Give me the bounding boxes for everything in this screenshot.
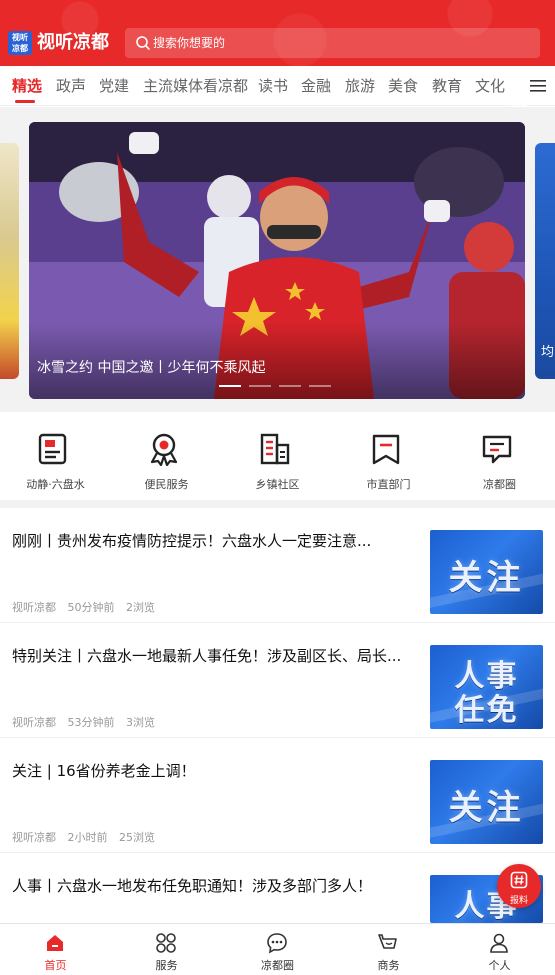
- news-item-1[interactable]: 刚刚丨贵州发布疫情防控提示！六盘水人一定要注意... 视听凉都 50分钟前 2浏…: [0, 508, 555, 623]
- news-item-2[interactable]: 特别关注丨六盘水一地最新人事任免！涉及副区长、局长... 视听凉都 53分钟前 …: [0, 623, 555, 738]
- section-divider: [0, 500, 555, 508]
- brand-name: 视听凉都: [37, 32, 109, 53]
- quick-item-services[interactable]: 便民服务: [111, 412, 222, 500]
- tab-reading[interactable]: 读书: [258, 66, 288, 106]
- news-meta: 视听凉都 2小时前 25浏览: [12, 829, 163, 845]
- bottom-nav: 首页 服务 凉都圈 商务 个人: [0, 923, 555, 975]
- top-header: 视听 凉都 视听凉都 搜索你想要的: [0, 0, 555, 66]
- nav-home[interactable]: 首页: [0, 924, 111, 975]
- nav-label: 首页: [44, 959, 67, 972]
- hashtag-icon: [510, 871, 528, 889]
- thumbnail-text: 关注: [448, 788, 525, 828]
- quick-label: 动静·六盘水: [26, 478, 85, 491]
- quick-label: 凉都圈: [483, 478, 516, 491]
- news-item-3[interactable]: 关注 | 16省份养老金上调！ 视听凉都 2小时前 25浏览 关注: [0, 738, 555, 853]
- tab-culture[interactable]: 文化: [475, 66, 505, 106]
- news-meta: 视听凉都 53分钟前 3浏览: [12, 714, 163, 730]
- carousel-next-slide[interactable]: 均: [535, 143, 555, 379]
- bookmark-icon: [372, 434, 400, 465]
- quick-label: 乡镇社区: [255, 478, 300, 491]
- news-item-4[interactable]: 人事丨六盘水一地发布任免职通知！涉及多部门多人！ 人事 任免: [0, 853, 555, 923]
- news-source: 视听凉都: [12, 601, 56, 614]
- carousel-dot-4[interactable]: [309, 385, 331, 387]
- tab-scroll-fade: [505, 66, 527, 106]
- news-source: 视听凉都: [12, 716, 56, 729]
- cart-icon: [378, 934, 397, 949]
- news-title: 特别关注丨六盘水一地最新人事任免！涉及副区长、局长...: [12, 647, 402, 665]
- active-tab-indicator: [15, 100, 35, 103]
- nav-business[interactable]: 商务: [333, 924, 444, 975]
- news-thumbnail: 关注: [430, 530, 543, 614]
- banner-slide[interactable]: 冰雪之约 中国之邀丨少年何不乘风起: [29, 122, 525, 399]
- nav-services[interactable]: 服务: [111, 924, 222, 975]
- search-placeholder: 搜索你想要的: [153, 36, 226, 50]
- news-title: 关注 | 16省份养老金上调！: [12, 762, 196, 780]
- carousel-dots: [219, 385, 339, 388]
- nav-label: 个人: [488, 959, 511, 972]
- carousel-dot-2[interactable]: [249, 385, 271, 387]
- nav-label: 凉都圈: [261, 959, 294, 972]
- carousel-dot-3[interactable]: [279, 385, 301, 387]
- chat-icon: [482, 435, 512, 464]
- banner-caption: 冰雪之约 中国之邀丨少年何不乘风起: [37, 360, 266, 376]
- nav-label: 服务: [155, 959, 178, 972]
- tab-travel[interactable]: 旅游: [345, 66, 375, 106]
- home-icon: [47, 935, 63, 951]
- medal-icon: [150, 433, 178, 466]
- quick-item-dongjing[interactable]: 动静·六盘水: [0, 412, 111, 500]
- tab-dangjian[interactable]: 党建: [99, 66, 129, 106]
- tab-finance[interactable]: 金融: [301, 66, 331, 106]
- tab-media[interactable]: 主流媒体看凉都: [143, 66, 248, 106]
- search-bar[interactable]: 搜索你想要的: [125, 28, 540, 58]
- thumbnail-text-line2: 任免: [454, 693, 519, 728]
- news-views: 25浏览: [119, 831, 155, 844]
- logo-text-bottom: 凉都: [12, 44, 28, 53]
- report-label: 报料: [509, 896, 528, 906]
- news-source: 视听凉都: [12, 831, 56, 844]
- tab-food[interactable]: 美食: [388, 66, 418, 106]
- logo-text-top: 视听: [12, 33, 28, 42]
- nav-personal[interactable]: 个人: [444, 924, 555, 975]
- news-thumbnail: 关注: [430, 760, 543, 844]
- quick-item-departments[interactable]: 市直部门: [333, 412, 444, 500]
- news-time: 50分钟前: [67, 601, 115, 614]
- menu-icon[interactable]: [530, 79, 546, 93]
- news-card-icon: [38, 433, 67, 465]
- news-views: 3浏览: [126, 716, 155, 729]
- search-icon: [136, 36, 150, 50]
- news-time: 2小时前: [67, 831, 108, 844]
- quick-item-towns[interactable]: 乡镇社区: [222, 412, 333, 500]
- nav-liangdu-circle[interactable]: 凉都圈: [222, 924, 333, 975]
- report-button[interactable]: 报料: [497, 864, 541, 908]
- thumbnail-text-line2: 任免: [430, 915, 543, 923]
- quick-label: 市直部门: [366, 478, 411, 491]
- next-slide-text: 均: [541, 345, 555, 360]
- news-time: 53分钟前: [67, 716, 115, 729]
- app-logo: 视听 凉都: [8, 31, 32, 55]
- carousel-prev-slide[interactable]: [0, 143, 19, 379]
- quick-entry-row: 动静·六盘水 便民服务 乡镇社区 市直部门 凉都圈: [0, 412, 555, 500]
- quick-label: 便民服务: [144, 478, 189, 491]
- quick-item-liangdu-circle[interactable]: 凉都圈: [444, 412, 555, 500]
- carousel-dot-1[interactable]: [219, 385, 241, 387]
- news-meta: 视听凉都 50分钟前 2浏览: [12, 599, 163, 615]
- news-title: 人事丨六盘水一地发布任免职通知！涉及多部门多人！: [12, 877, 373, 895]
- channel-tabs: 精选 政声 党建 主流媒体看凉都 读书 金融 旅游 美食 教育 文化: [0, 66, 555, 106]
- news-views: 2浏览: [126, 601, 155, 614]
- news-title: 刚刚丨贵州发布疫情防控提示！六盘水人一定要注意...: [12, 532, 372, 550]
- nav-label: 商务: [377, 959, 400, 972]
- building-icon: [260, 433, 290, 465]
- thumbnail-text: 关注: [448, 558, 525, 598]
- tab-zhengsheng[interactable]: 政声: [56, 66, 86, 106]
- grid-icon: [156, 933, 176, 953]
- message-icon: [267, 933, 287, 954]
- tab-education[interactable]: 教育: [432, 66, 462, 106]
- person-icon: [490, 933, 508, 953]
- news-thumbnail: 人事 任免: [430, 645, 543, 729]
